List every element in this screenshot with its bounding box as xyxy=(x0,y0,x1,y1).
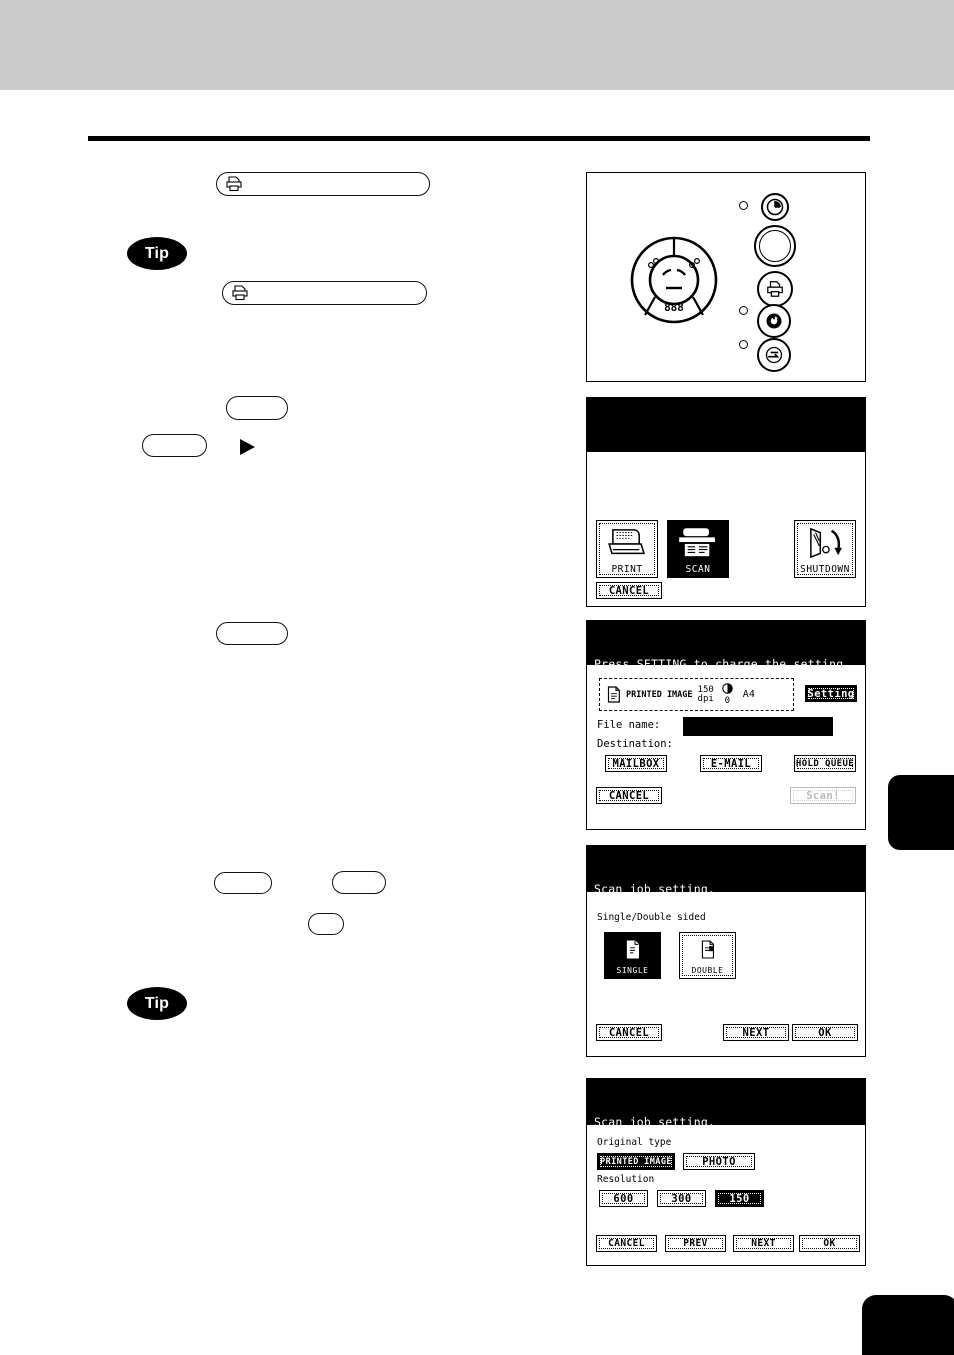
svg-text:888: 888 xyxy=(664,301,684,314)
typeres-title-bar: Scan job setting. Press OK or CANCEL. xyxy=(587,1079,865,1159)
destination-email-button[interactable]: E-MAIL xyxy=(700,755,762,772)
typeres-body: Original type PRINTED IMAGE PHOTO Resolu… xyxy=(587,1125,865,1264)
resolution-150-button[interactable]: 150 xyxy=(715,1190,764,1207)
energy-saver-icon xyxy=(765,346,783,364)
job-status-dial: 888 xyxy=(630,236,718,324)
summary-resolution-unit: dpi xyxy=(697,693,714,704)
right-arrow-icon xyxy=(240,439,255,455)
printer-icon xyxy=(226,176,242,192)
bottom-chapter-tab xyxy=(862,1295,954,1355)
energy-saver-key[interactable] xyxy=(757,338,791,372)
scan-main-title-bar: Press SETTING to charge the setting. Pre… xyxy=(587,621,865,701)
section-rule xyxy=(88,136,870,141)
start-key[interactable] xyxy=(754,225,796,267)
timer-led xyxy=(739,201,748,210)
destination-label: Destination: xyxy=(597,738,673,750)
typeres-next-button[interactable]: NEXT xyxy=(733,1235,794,1252)
energy-saver-led xyxy=(739,340,748,349)
destination-mailbox-button[interactable]: MAILBOX xyxy=(605,755,667,772)
resolution-300-button[interactable]: 300 xyxy=(657,1190,706,1207)
side-chapter-tab xyxy=(888,775,954,850)
original-type-printed-image-button[interactable]: PRINTED IMAGE xyxy=(597,1153,675,1170)
scan-mode-label: SCAN xyxy=(685,564,711,575)
scan-start-button[interactable]: Scan! xyxy=(790,787,856,804)
print-mode-label: PRINT xyxy=(611,564,643,575)
step-button-e[interactable] xyxy=(332,871,386,894)
file-name-input[interactable] xyxy=(683,717,833,736)
scan-main-cancel-button[interactable]: CANCEL xyxy=(596,787,662,804)
typeres-ok-button[interactable]: OK xyxy=(799,1235,860,1252)
resolution-label: Resolution xyxy=(597,1174,655,1185)
printer-icon xyxy=(605,521,649,564)
print-key[interactable] xyxy=(757,271,793,307)
original-type-photo-button[interactable]: PHOTO xyxy=(683,1153,755,1170)
interrupt-icon xyxy=(766,313,782,329)
sided-cancel-button[interactable]: CANCEL xyxy=(596,1024,662,1041)
original-type-label: Original type xyxy=(597,1137,672,1148)
scan-settings-summary: PRINTED IMAGE 150 dpi 0 A4 xyxy=(599,678,794,711)
step-button-print-2[interactable] xyxy=(222,281,427,305)
print-mode-button[interactable]: PRINT xyxy=(596,520,658,578)
mode-select-title-bar xyxy=(587,398,865,452)
summary-paper-size: A4 xyxy=(742,689,755,700)
tip-label: Tip xyxy=(144,994,170,1012)
printer-icon xyxy=(767,281,783,297)
step-button-d[interactable] xyxy=(214,872,272,894)
typeres-prev-button[interactable]: PREV xyxy=(665,1235,726,1252)
tip-badge-1: Tip xyxy=(127,237,187,270)
single-sided-icon xyxy=(624,933,641,965)
setting-button[interactable]: Setting xyxy=(805,685,857,702)
timer-key[interactable] xyxy=(761,193,789,221)
step-button-print-1[interactable] xyxy=(216,172,430,196)
contrast-icon xyxy=(722,683,733,694)
scanner-icon xyxy=(676,521,720,564)
start-key-inner xyxy=(759,230,791,262)
destination-holdqueue-button[interactable]: HOLD QUEUE xyxy=(794,755,856,772)
sided-section-label: Single/Double sided xyxy=(597,912,706,923)
tip-badge-2: Tip xyxy=(127,987,187,1020)
double-sided-icon xyxy=(699,933,716,965)
power-switch-icon xyxy=(803,521,847,564)
file-name-label: File name: xyxy=(597,719,661,731)
mode-select-body: PRINT SCAN SHUTDOWN CANCEL xyxy=(587,452,865,605)
screen-scan-main: Press SETTING to charge the setting. Pre… xyxy=(586,620,866,830)
step-button-f[interactable] xyxy=(308,913,344,935)
clock-icon xyxy=(766,198,784,216)
resolution-600-button[interactable]: 600 xyxy=(599,1190,648,1207)
double-sided-label: DOUBLE xyxy=(691,966,724,975)
single-sided-label: SINGLE xyxy=(616,966,649,975)
summary-contrast-value: 0 xyxy=(724,696,730,706)
step-button-b[interactable] xyxy=(142,434,207,457)
sided-body: Single/Double sided SINGLE DOUBLE CANCEL… xyxy=(587,892,865,1055)
single-sided-button[interactable]: SINGLE xyxy=(604,932,661,979)
step-button-a[interactable] xyxy=(226,396,288,420)
document-icon xyxy=(607,686,620,703)
printer-icon xyxy=(232,285,248,301)
sided-title-bar: Scan job setting. Press OK or CANCEL. xyxy=(587,846,865,926)
scan-mode-button[interactable]: SCAN xyxy=(667,520,729,578)
page-header-band xyxy=(0,0,954,90)
typeres-cancel-button[interactable]: CANCEL xyxy=(596,1235,657,1252)
tip-label: Tip xyxy=(144,244,170,262)
screen-single-double: Scan job setting. Press OK or CANCEL. Si… xyxy=(586,845,866,1057)
step-button-c[interactable] xyxy=(216,622,288,645)
mode-select-cancel-button[interactable]: CANCEL xyxy=(596,582,662,599)
summary-original-type: PRINTED IMAGE xyxy=(626,689,693,700)
sided-next-button[interactable]: NEXT xyxy=(723,1024,789,1041)
control-panel-illustration: 888 xyxy=(586,172,866,382)
shutdown-label: SHUTDOWN xyxy=(800,564,850,575)
double-sided-button[interactable]: DOUBLE xyxy=(679,932,736,979)
shutdown-button[interactable]: SHUTDOWN xyxy=(794,520,856,578)
screen-mode-select: PRINT SCAN SHUTDOWN CANCEL xyxy=(586,397,866,607)
screen-type-resolution: Scan job setting. Press OK or CANCEL. Or… xyxy=(586,1078,866,1266)
sided-ok-button[interactable]: OK xyxy=(792,1024,858,1041)
interrupt-led xyxy=(739,306,748,315)
interrupt-key[interactable] xyxy=(757,304,791,338)
scan-main-body: PRINTED IMAGE 150 dpi 0 A4 Setting File … xyxy=(587,665,865,828)
